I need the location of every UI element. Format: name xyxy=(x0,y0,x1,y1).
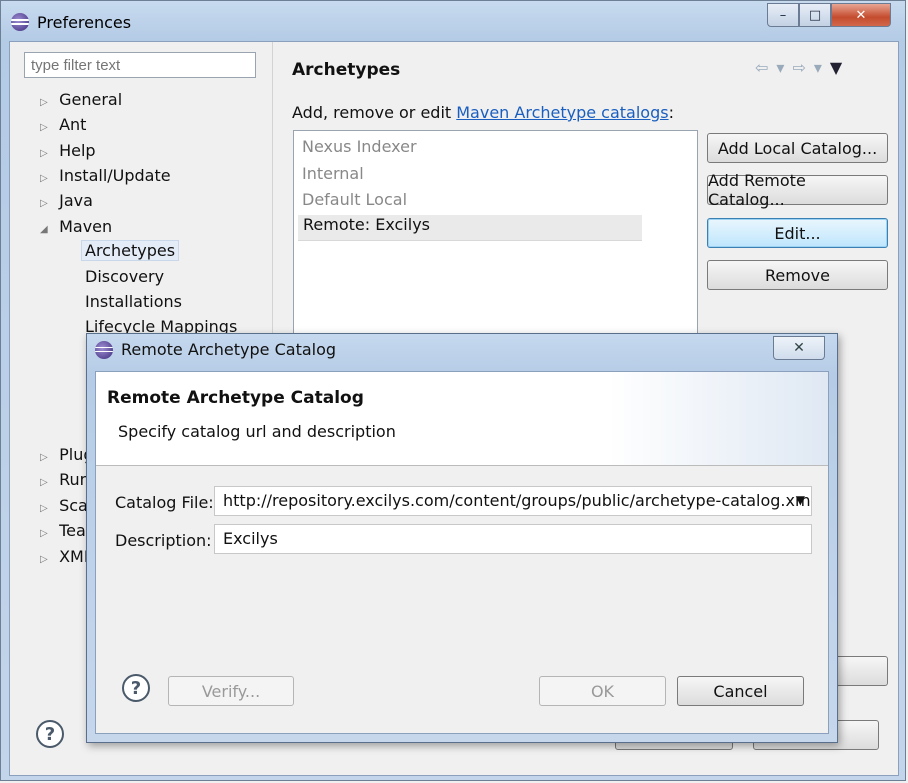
forward-arrow-icon[interactable]: ⇨ xyxy=(792,58,805,77)
dialog-close-button[interactable]: ✕ xyxy=(773,336,825,360)
help-icon[interactable]: ? xyxy=(122,674,150,702)
tree-item-installations[interactable]: Installations xyxy=(85,292,182,311)
add-remote-catalog-button[interactable]: Add Remote Catalog... xyxy=(707,171,888,209)
tree-item-general[interactable]: ▷ General xyxy=(40,90,122,109)
expand-arrow-icon[interactable]: ▷ xyxy=(40,122,54,133)
dialog-banner: Remote Archetype Catalog Specify catalog… xyxy=(96,372,828,466)
dialog-body: Remote Archetype Catalog Specify catalog… xyxy=(95,371,829,734)
list-item[interactable]: Default Local xyxy=(302,190,407,209)
list-item[interactable]: Internal xyxy=(302,164,364,183)
back-arrow-icon[interactable]: ⇦ xyxy=(755,58,768,77)
catalog-list[interactable]: Nexus Indexer Internal Default Local Rem… xyxy=(293,130,698,355)
list-item[interactable]: Nexus Indexer xyxy=(302,137,417,156)
remote-archetype-catalog-dialog: Remote Archetype Catalog ✕ Remote Archet… xyxy=(86,333,838,743)
help-icon[interactable]: ? xyxy=(36,720,64,748)
eclipse-icon xyxy=(11,13,29,31)
eclipse-icon xyxy=(95,340,113,359)
page-navigation: ⇦ ▾ ⇨ ▾ ▼ xyxy=(755,58,842,77)
dialog-message: Specify catalog url and description xyxy=(118,422,396,441)
expand-arrow-icon[interactable]: ▷ xyxy=(40,503,54,514)
ok-button[interactable]: OK xyxy=(539,676,666,706)
catalog-file-label: Catalog File: xyxy=(115,493,214,512)
expand-arrow-icon[interactable]: ▷ xyxy=(40,528,54,539)
dialog-heading: Remote Archetype Catalog xyxy=(107,388,364,408)
verify-button[interactable]: Verify... xyxy=(168,676,294,706)
tree-item-java[interactable]: ▷ Java xyxy=(40,191,93,210)
dialog-title: Remote Archetype Catalog xyxy=(121,340,337,359)
window-controls: – □ ✕ xyxy=(767,3,891,27)
description-label: Description: xyxy=(115,531,212,550)
tree-item-archetypes[interactable]: Archetypes xyxy=(81,240,180,261)
expand-arrow-icon[interactable]: ▷ xyxy=(40,477,54,488)
minimize-button[interactable]: – xyxy=(767,3,799,27)
edit-button[interactable]: Edit... xyxy=(707,218,888,248)
tree-item-maven[interactable]: ◢ Maven xyxy=(40,217,112,236)
tree-item-help[interactable]: ▷ Help xyxy=(40,141,96,160)
chevron-down-icon[interactable]: ▾ xyxy=(776,58,784,77)
collapse-arrow-icon[interactable]: ◢ xyxy=(40,224,54,235)
chevron-down-icon[interactable]: ▾ xyxy=(814,58,822,77)
add-local-catalog-button[interactable]: Add Local Catalog... xyxy=(707,133,888,163)
close-button[interactable]: ✕ xyxy=(831,3,891,27)
expand-arrow-icon[interactable]: ▷ xyxy=(40,554,54,565)
cancel-button[interactable]: Cancel xyxy=(677,676,804,706)
tree-item-xml[interactable]: ▷ XML xyxy=(40,547,93,566)
catalog-file-combo[interactable]: http://repository.excilys.com/content/gr… xyxy=(214,486,812,516)
remove-button[interactable]: Remove xyxy=(707,260,888,290)
catalog-file-value: http://repository.excilys.com/content/gr… xyxy=(223,491,812,510)
tree-item-run[interactable]: ▷ Run xyxy=(40,470,90,489)
window-title: Preferences xyxy=(37,12,132,32)
tree-item-install-update[interactable]: ▷ Install/Update xyxy=(40,166,171,185)
expand-arrow-icon[interactable]: ▷ xyxy=(40,148,54,159)
expand-arrow-icon[interactable]: ▷ xyxy=(40,452,54,463)
window-titlebar: Preferences xyxy=(11,7,131,37)
tree-item-tea[interactable]: ▷ Tea xyxy=(40,521,86,540)
tree-item-scal[interactable]: ▷ Scal xyxy=(40,496,92,515)
list-item-selected[interactable]: Remote: Excilys xyxy=(298,215,642,241)
description-input[interactable]: Excilys xyxy=(214,524,812,554)
tree-item-discovery[interactable]: Discovery xyxy=(85,267,164,286)
page-title: Archetypes xyxy=(292,60,401,80)
view-menu-icon[interactable]: ▼ xyxy=(830,58,842,77)
dropdown-arrow-icon[interactable]: ▼ xyxy=(796,493,805,507)
filter-input[interactable] xyxy=(24,52,256,78)
expand-arrow-icon[interactable]: ▷ xyxy=(40,97,54,108)
catalogs-link[interactable]: Maven Archetype catalogs xyxy=(456,103,668,122)
dialog-titlebar: Remote Archetype Catalog xyxy=(95,340,336,359)
maximize-button[interactable]: □ xyxy=(799,3,831,27)
expand-arrow-icon[interactable]: ▷ xyxy=(40,198,54,209)
tree-item-ant[interactable]: ▷ Ant xyxy=(40,115,86,134)
expand-arrow-icon[interactable]: ▷ xyxy=(40,173,54,184)
page-description: Add, remove or edit Maven Archetype cata… xyxy=(292,103,674,122)
